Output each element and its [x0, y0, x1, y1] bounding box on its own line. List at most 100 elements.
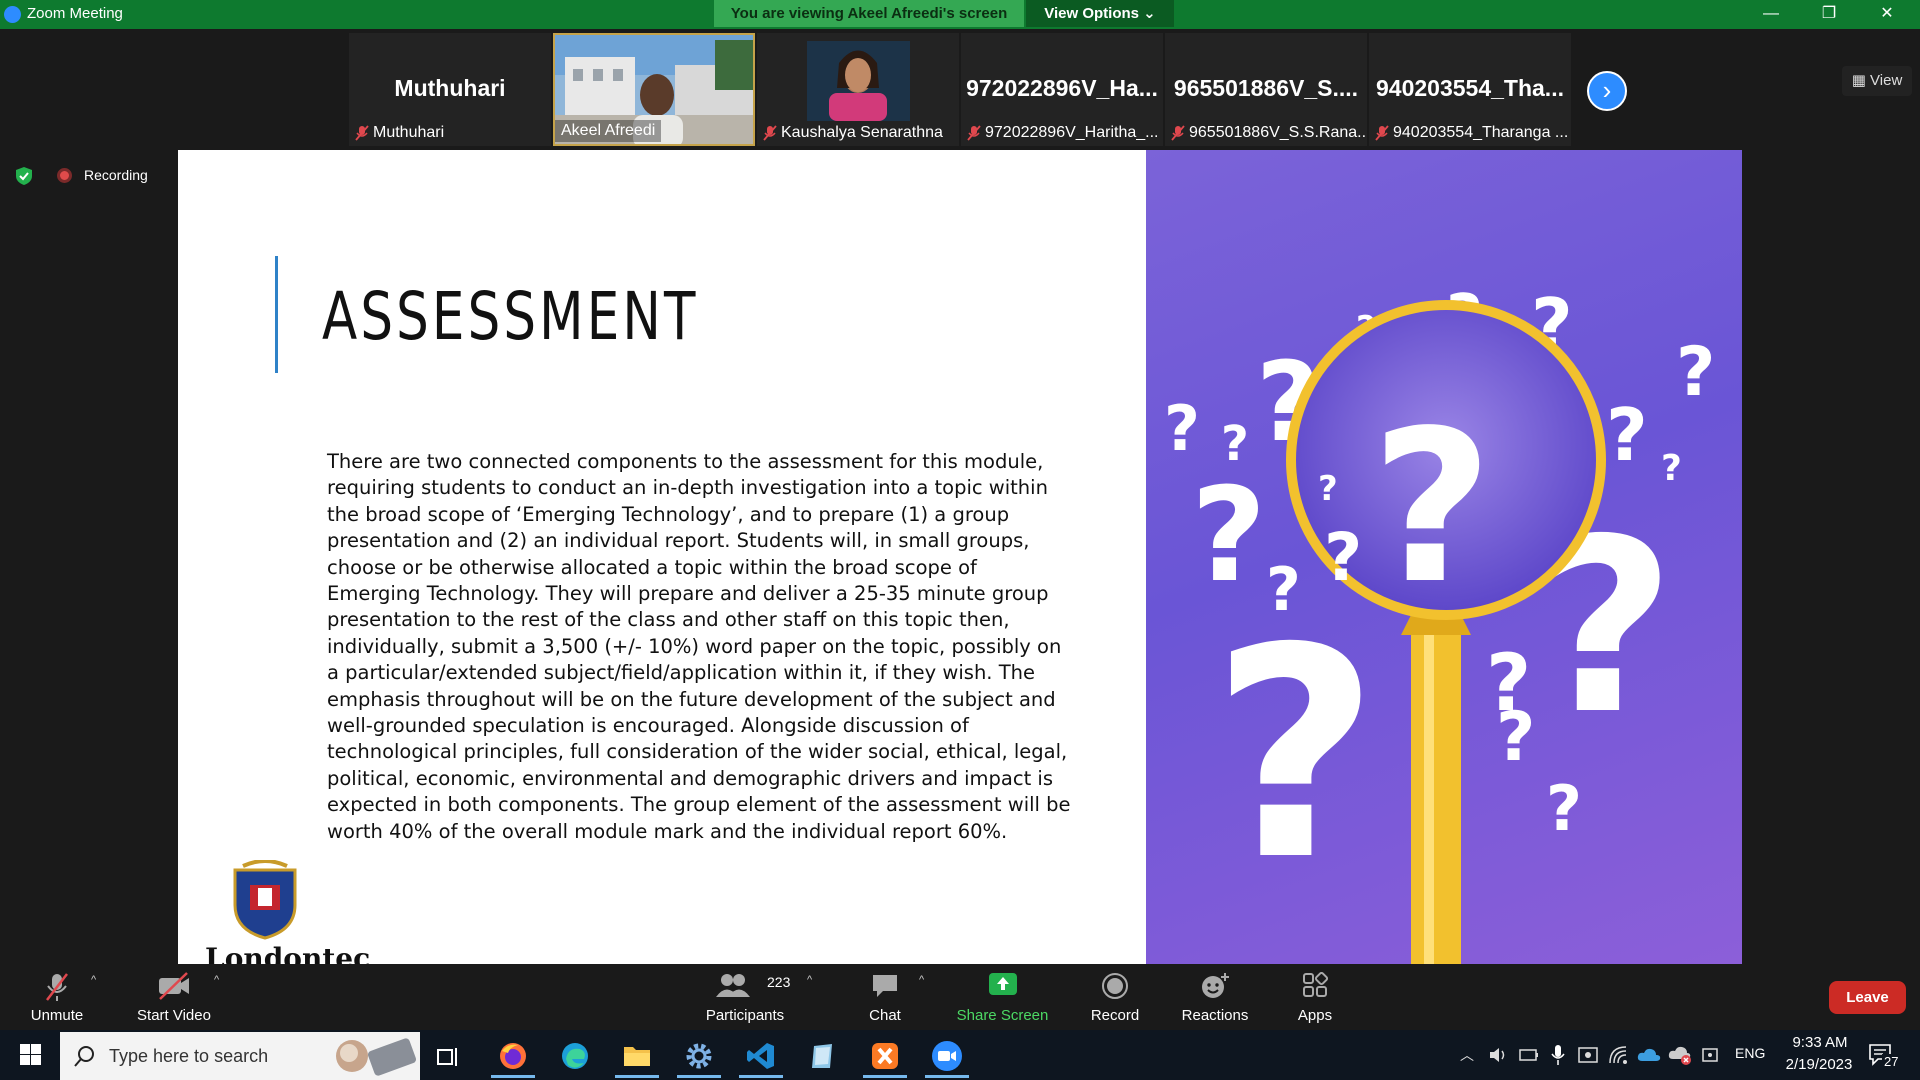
record-icon [1102, 973, 1128, 999]
participant-name-label: 972022896V_Haritha_... [985, 124, 1159, 141]
svg-text:?: ? [1546, 772, 1582, 845]
show-hidden-icons-chevron-icon[interactable]: ︿ [1460, 1045, 1474, 1065]
participant-tile-active-speaker[interactable]: Akeel Afreedi [553, 33, 755, 146]
svg-text:?: ? [1606, 393, 1648, 477]
microphone-in-use-icon[interactable] [1550, 1044, 1566, 1066]
taskbar-zoom[interactable] [919, 1034, 975, 1078]
taskbar-clock-time[interactable]: 9:33 AM [1780, 1034, 1860, 1051]
svg-text:?: ? [1371, 385, 1493, 630]
participant-strip: Muthuhari Muthuhari Akeel Afreedi Kausha… [0, 29, 1920, 150]
svg-text:?: ? [1661, 448, 1682, 489]
unmute-label: Unmute [30, 1007, 84, 1024]
notes-app-icon [812, 1044, 832, 1068]
view-options-button[interactable]: View Options ⌄ [1026, 0, 1174, 27]
video-options-caret-icon[interactable]: ^ [214, 974, 219, 986]
apps-button[interactable]: Apps [1275, 964, 1355, 1030]
chat-icon [873, 975, 897, 997]
apps-label: Apps [1297, 1007, 1333, 1024]
shared-screen: ASSESSMENT There are two connected compo… [178, 150, 1742, 964]
task-view-button[interactable] [420, 1034, 476, 1078]
svg-text:?: ? [1496, 698, 1535, 777]
taskbar-search-input[interactable]: Type here to search [60, 1032, 420, 1080]
minimize-button[interactable]: — [1742, 0, 1800, 29]
muted-mic-icon [46, 973, 68, 1001]
search-placeholder: Type here to search [109, 1046, 269, 1066]
task-view-icon [437, 1048, 457, 1066]
participant-count: 223 [767, 974, 791, 990]
close-button[interactable]: ✕ [1858, 0, 1916, 29]
chat-options-caret-icon[interactable]: ^ [919, 974, 924, 986]
next-page-chevron-icon[interactable]: › [1587, 71, 1627, 111]
grid-icon: ▦ [1851, 72, 1871, 89]
running-indicator [615, 1075, 659, 1078]
cloud-error-icon[interactable] [1668, 1045, 1692, 1065]
record-button[interactable]: Record [1075, 964, 1155, 1030]
slide-title: ASSESSMENT [322, 278, 699, 355]
participant-tile[interactable]: 972022896V_Ha... 972022896V_Haritha_... [961, 33, 1163, 146]
taskbar-edge[interactable] [547, 1034, 603, 1078]
vscode-icon [747, 1043, 774, 1069]
running-indicator [677, 1075, 721, 1078]
language-indicator[interactable]: ENG [1735, 1045, 1765, 1061]
participant-tile[interactable]: 940203554_Tha... 940203554_Tharanga ... [1369, 33, 1571, 146]
zoom-logo-icon [4, 6, 21, 23]
windows-taskbar: Type here to search ︿ ENG 9:33 AM 2/19/2… [0, 1030, 1920, 1080]
taskbar-settings[interactable] [671, 1034, 727, 1078]
battery-icon[interactable] [1519, 1047, 1539, 1063]
leave-button[interactable]: Leave [1829, 981, 1906, 1014]
wifi-icon[interactable] [1608, 1045, 1628, 1065]
participant-tile[interactable]: Muthuhari Muthuhari [349, 33, 551, 146]
start-video-button[interactable]: Start Video [128, 964, 220, 1030]
video-off-icon [159, 972, 189, 1000]
view-button[interactable]: ▦ View [1842, 66, 1912, 96]
notifications-button[interactable]: 27 [1868, 1040, 1902, 1072]
title-bar: Zoom Meeting You are viewing Akeel Afree… [0, 0, 1920, 29]
audio-options-caret-icon[interactable]: ^ [91, 974, 96, 986]
svg-text:?: ? [1324, 519, 1362, 596]
taskbar-file-explorer[interactable] [609, 1034, 665, 1078]
running-indicator [863, 1075, 907, 1078]
participant-tile[interactable]: 965501886V_S.... 965501886V_S.S.Rana... [1165, 33, 1367, 146]
participant-name-label: Kaushalya Senarathna [781, 124, 943, 141]
taskbar-firefox[interactable] [485, 1034, 541, 1078]
zoom-app-icon [932, 1041, 962, 1071]
notification-count: 27 [1882, 1054, 1901, 1069]
running-indicator [739, 1075, 783, 1078]
onedrive-cloud-icon[interactable] [1637, 1047, 1661, 1063]
slide-image-panel: ? ? ? ? ? ? ? ? ? ? ? ? ? ? ? ? ? [1146, 150, 1742, 964]
unmute-button[interactable]: Unmute [17, 964, 97, 1030]
record-label: Record [1090, 1007, 1140, 1024]
svg-text:?: ? [1676, 333, 1715, 412]
viewing-screen-banner: You are viewing Akeel Afreedi's screen [714, 0, 1024, 27]
xampp-icon [872, 1043, 898, 1069]
speaker-icon[interactable] [1488, 1045, 1508, 1065]
participant-display-name: Muthuhari [394, 75, 506, 101]
participants-button[interactable]: 223 Participants [695, 964, 795, 1030]
screen-capture-icon[interactable] [1578, 1045, 1598, 1065]
slide-body-text: There are two connected components to th… [327, 450, 1071, 843]
taskbar-app-notes[interactable] [795, 1034, 851, 1078]
windows-start-icon[interactable] [10, 1041, 50, 1069]
share-screen-label: Share Screen [956, 1007, 1049, 1024]
gear-icon [686, 1043, 712, 1069]
taskbar-vscode[interactable] [733, 1034, 789, 1078]
share-screen-icon [988, 973, 1017, 995]
restore-button[interactable]: ❐ [1800, 0, 1858, 29]
participants-options-caret-icon[interactable]: ^ [807, 974, 812, 986]
share-screen-button[interactable]: Share Screen [950, 964, 1055, 1030]
apps-icon [1303, 972, 1328, 997]
chat-button[interactable]: Chat [850, 964, 920, 1030]
view-button-label: View [1870, 72, 1903, 89]
taskbar-clock-date[interactable]: 2/19/2023 [1774, 1056, 1864, 1073]
recording-icon [57, 168, 72, 183]
search-icon [74, 1046, 94, 1067]
reactions-button[interactable]: Reactions [1170, 964, 1260, 1030]
encryption-shield-icon[interactable] [15, 166, 33, 186]
start-video-label: Start Video [137, 1007, 211, 1024]
chat-label: Chat [869, 1007, 901, 1024]
taskbar-xampp[interactable] [857, 1034, 913, 1078]
title-accent-line [275, 256, 278, 373]
meet-now-icon[interactable] [1701, 1046, 1719, 1064]
participant-tile[interactable]: Kaushalya Senarathna [757, 33, 959, 146]
participant-name-label: Akeel Afreedi [555, 120, 662, 142]
